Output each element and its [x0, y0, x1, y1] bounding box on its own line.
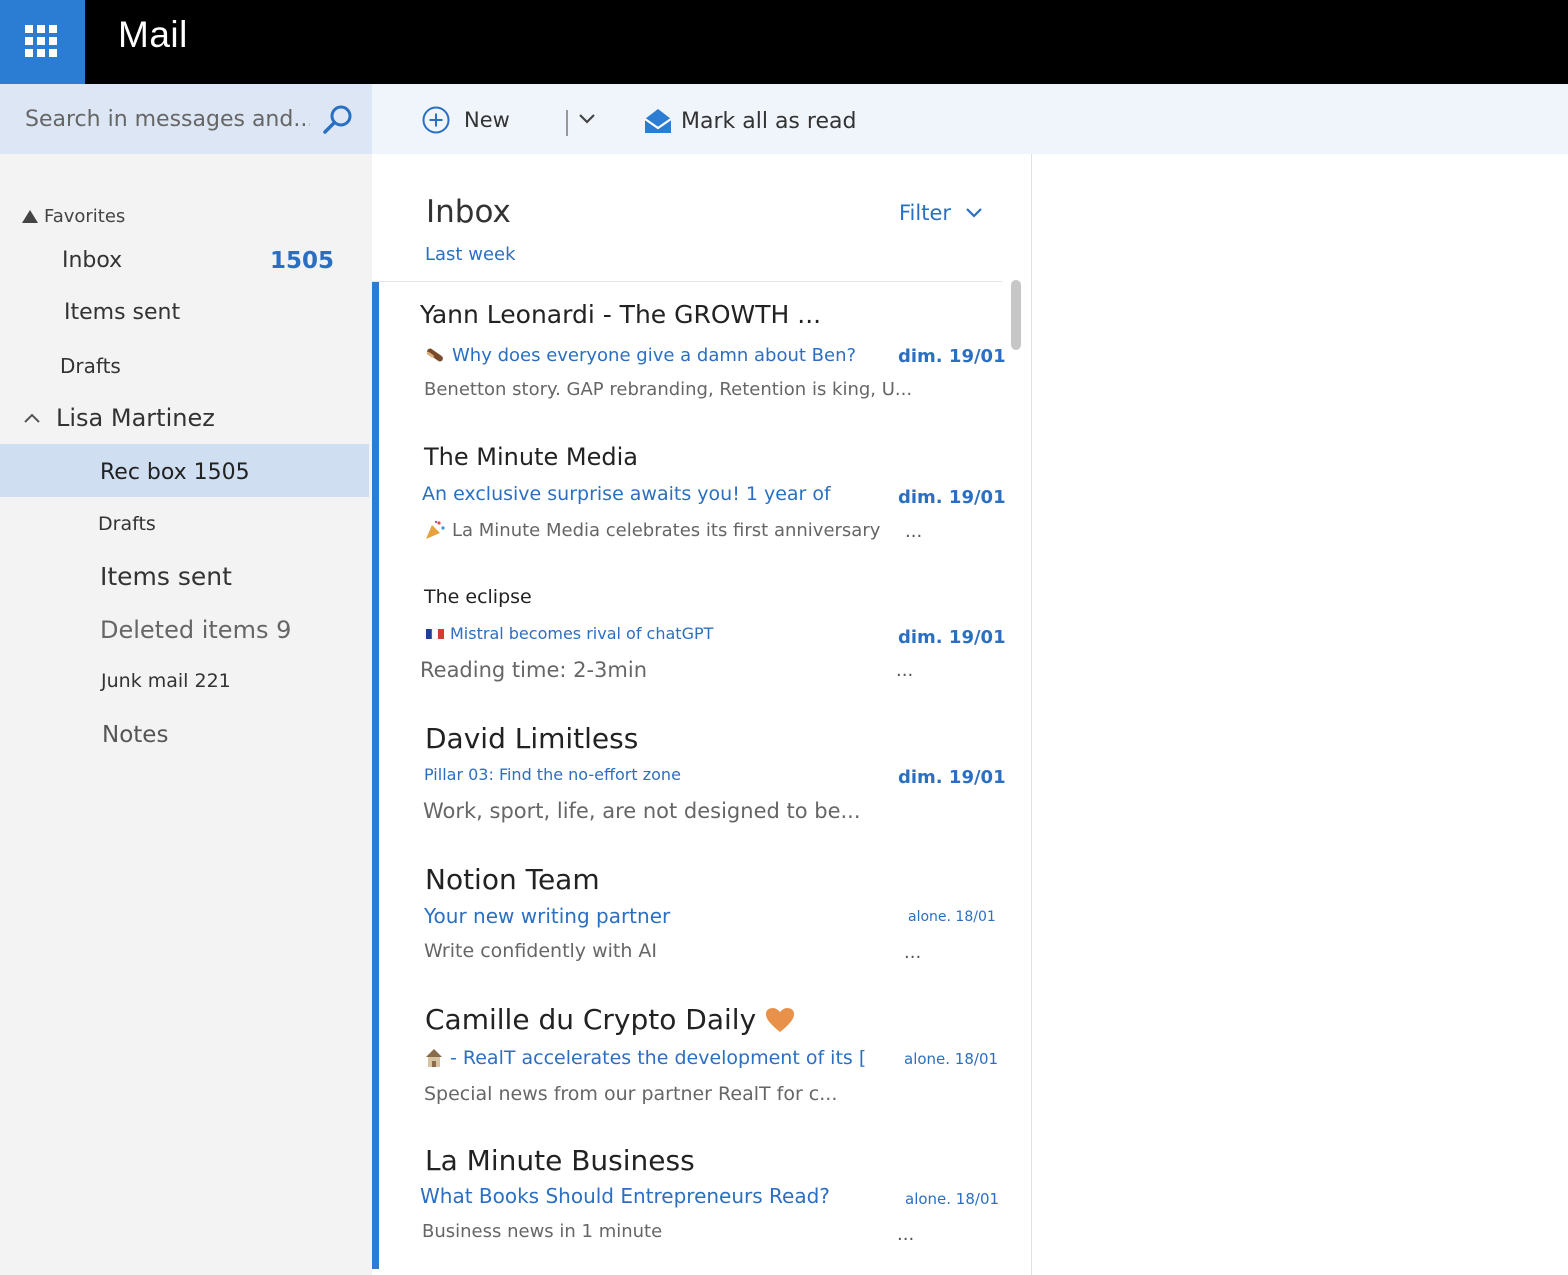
message-subject: Mistral becomes rival of chatGPT — [450, 624, 714, 643]
message-preview: Work, sport, life, are not designed to b… — [423, 799, 861, 823]
unread-indicator — [372, 1128, 379, 1269]
message-item[interactable]: Yann Leonardi - The GROWTH ... Why does … — [372, 282, 1006, 423]
message-preview: Reading time: 2-3min — [420, 658, 648, 682]
message-preview: Benetton story. GAP rebranding, Retentio… — [424, 379, 913, 400]
message-sender: The eclipse — [424, 586, 532, 608]
message-date: dim. 19/01 — [898, 767, 1006, 788]
scrollbar-thumb[interactable] — [1011, 280, 1021, 350]
message-date: dim. 19/01 — [898, 487, 1006, 508]
message-subject: Pillar 03: Find the no-effort zone — [424, 765, 681, 784]
message-preview: Special news from our partner RealT for … — [424, 1083, 838, 1105]
unread-indicator — [372, 987, 379, 1128]
sidebar-item-label: Drafts — [60, 354, 121, 378]
more-ellipsis: ... — [896, 660, 914, 681]
message-subject: An exclusive surprise awaits you! 1 year… — [422, 483, 831, 505]
message-sender: La Minute Business — [425, 1144, 695, 1177]
chevron-up-icon — [24, 413, 40, 423]
sidebar-item-label: Drafts — [98, 513, 156, 535]
search-box — [0, 84, 372, 154]
command-bar: New Mark all as read — [372, 84, 1568, 154]
favorites-header[interactable]: Favorites — [22, 206, 125, 227]
message-sender: The Minute Media — [424, 443, 638, 471]
sidebar-item-rec-box[interactable]: Rec box 1505 — [100, 460, 250, 485]
message-subject: Why does everyone give a damn about Ben? — [452, 344, 857, 366]
french-flag-icon — [426, 628, 444, 639]
more-ellipsis: ... — [904, 942, 922, 963]
unread-indicator — [372, 846, 379, 987]
message-preview: Write confidently with AI — [424, 940, 658, 962]
sidebar-item-drafts[interactable]: Drafts — [98, 513, 156, 535]
sidebar-item-label: Deleted items 9 — [100, 616, 292, 644]
ice-cream-icon — [426, 348, 443, 362]
top-bar: Mail — [0, 0, 1568, 84]
sidebar-item-label: Rec box 1505 — [100, 460, 250, 485]
more-ellipsis: ... — [897, 1224, 915, 1245]
message-date: alone. 18/01 — [908, 909, 996, 925]
more-ellipsis: ... — [905, 521, 923, 542]
unread-indicator — [372, 564, 379, 705]
message-subject: What Books Should Entrepreneurs Read? — [420, 1184, 830, 1208]
search-input[interactable] — [0, 84, 310, 154]
message-preview: Business news in 1 minute — [422, 1221, 663, 1242]
unread-indicator — [372, 423, 379, 564]
sidebar-item-junk-mail[interactable]: Junk mail 221 — [101, 670, 231, 692]
app-launcher-button[interactable] — [0, 0, 85, 84]
sidebar-item-items-sent[interactable]: Items sent — [100, 562, 232, 591]
message-sender: David Limitless — [425, 722, 639, 755]
sidebar-item-notes[interactable]: Notes — [102, 722, 168, 748]
message-sender: Camille du Crypto Daily — [425, 1003, 757, 1036]
orange-heart-icon — [766, 1007, 795, 1032]
sidebar-item-label: Items sent — [64, 300, 181, 325]
new-message-button[interactable]: New — [422, 104, 510, 136]
sidebar-item-label: Junk mail 221 — [101, 670, 231, 692]
message-sender: Notion Team — [425, 863, 600, 896]
message-subject: - RealT accelerates the development of i… — [450, 1047, 867, 1069]
filter-button[interactable]: Filter — [899, 201, 983, 225]
waffle-icon — [25, 25, 57, 57]
unread-count-badge: 1505 — [270, 247, 335, 274]
message-item[interactable]: Notion Team Your new writing partner alo… — [372, 846, 1002, 987]
split-divider — [566, 110, 568, 136]
account-header[interactable]: Lisa Martinez — [22, 404, 215, 432]
unread-indicator — [372, 282, 379, 423]
sidebar-item-favorite-drafts[interactable]: Drafts — [60, 354, 121, 378]
message-item[interactable]: The Minute Media An exclusive surprise a… — [372, 423, 1006, 564]
message-preview: La Minute Media celebrates its first ann… — [452, 519, 881, 541]
message-item[interactable]: The eclipse Mistral becomes rival of cha… — [372, 564, 1006, 705]
date-group-header: Last week — [425, 244, 516, 265]
folder-pane: Favorites Inbox 1505 Items sent Drafts L… — [0, 154, 372, 1275]
sidebar-item-label: Inbox — [62, 248, 123, 273]
message-date: dim. 19/01 — [898, 627, 1006, 648]
mark-all-read-label: Mark all as read — [681, 108, 857, 134]
house-icon — [426, 1049, 442, 1067]
party-popper-icon — [426, 520, 445, 539]
sidebar-item-label: Items sent — [100, 562, 232, 591]
app-title: Mail — [118, 14, 188, 55]
message-list-pane: Inbox Filter Last week Yann Leonardi - T… — [372, 154, 1032, 1275]
open-envelope-icon — [644, 109, 672, 133]
message-subject: Your new writing partner — [424, 904, 671, 928]
chevron-down-icon[interactable] — [576, 108, 598, 130]
chevron-down-icon — [966, 208, 982, 218]
new-button-label: New — [464, 108, 510, 132]
message-date: dim. 19/01 — [898, 346, 1006, 367]
message-date: alone. 18/01 — [905, 1190, 1000, 1208]
unread-indicator — [372, 705, 379, 846]
sidebar-item-favorite-inbox[interactable]: Inbox 1505 — [62, 248, 334, 274]
sidebar-item-label: Notes — [102, 722, 169, 748]
message-item[interactable]: David Limitless Pillar 03: Find the no-e… — [372, 705, 1006, 846]
page-title: Inbox — [426, 194, 511, 230]
message-date: alone. 18/01 — [904, 1050, 999, 1068]
sidebar-item-deleted-items[interactable]: Deleted items 9 — [100, 616, 291, 644]
message-sender: Yann Leonardi - The GROWTH ... — [420, 300, 822, 329]
mark-all-read-button[interactable]: Mark all as read — [643, 104, 856, 138]
collapse-triangle-icon — [22, 210, 38, 223]
plus-circle-icon — [422, 106, 450, 134]
message-item[interactable]: Camille du Crypto Daily - RealT accelera… — [372, 987, 1002, 1128]
message-item[interactable]: La Minute Business What Books Should Ent… — [372, 1128, 1002, 1269]
sidebar-item-favorite-items-sent[interactable]: Items sent — [64, 300, 180, 325]
search-icon[interactable] — [320, 102, 356, 138]
reading-pane — [1032, 154, 1568, 1275]
